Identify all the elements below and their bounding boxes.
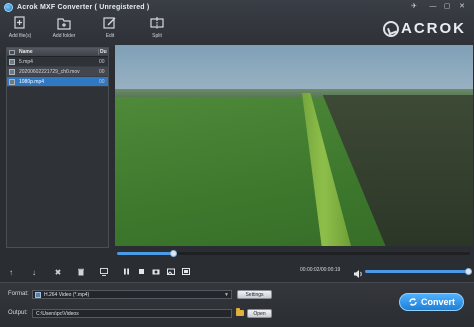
edit-button[interactable]: Edit [90, 16, 130, 39]
add-files-button[interactable]: Add file(s) [0, 16, 40, 39]
fullscreen-button[interactable] [181, 266, 191, 276]
seek-progress [117, 252, 174, 255]
edit-label: Edit [105, 33, 115, 39]
pause-button[interactable] [121, 266, 131, 276]
file-row[interactable]: 5.mp4 00 [7, 57, 108, 67]
chevron-down-icon: ▼ [224, 291, 229, 298]
image-folder-icon [167, 268, 175, 275]
file-duration: 00 [99, 78, 105, 85]
file-list-header: Name Du [7, 48, 108, 57]
delete-icon[interactable] [76, 267, 86, 277]
edit-icon [103, 17, 116, 29]
pin-icon[interactable]: ✈ [409, 1, 419, 11]
volume-level [365, 270, 468, 273]
column-name[interactable]: Name [19, 49, 98, 55]
brand-name: ACROK [401, 20, 466, 37]
select-all-checkbox[interactable] [9, 49, 15, 55]
convert-button[interactable]: Convert [399, 293, 464, 311]
file-duration: 00 [99, 68, 105, 75]
video-file-icon [9, 68, 15, 75]
file-row-selected[interactable]: 1080p.mp4 00 [7, 77, 108, 87]
output-path-field[interactable]: C:\Users\pc\Videos [32, 309, 232, 318]
seek-bar[interactable] [117, 250, 470, 257]
file-duration: 00 [99, 58, 105, 65]
file-name: 20200602221729_ch0.mov [19, 68, 80, 75]
volume-handle[interactable] [465, 268, 472, 275]
video-file-icon [9, 78, 15, 85]
format-label: Format: [8, 291, 29, 297]
split-label: Split [152, 33, 162, 39]
column-duration[interactable]: Du [98, 49, 108, 55]
open-button[interactable]: Open [247, 309, 272, 318]
camera-icon [152, 269, 160, 274]
add-folder-button[interactable]: Add folder [44, 16, 84, 39]
title-bar: Acrok MXF Converter ( Unregistered ) ✈ —… [0, 0, 474, 14]
split-button[interactable]: Split [137, 16, 177, 39]
format-value: H.264 Video (*.mp4) [44, 291, 90, 298]
volume-icon[interactable] [353, 266, 363, 278]
minimize-button[interactable]: — [428, 1, 438, 11]
close-button[interactable]: ✕ [457, 1, 467, 11]
properties-icon[interactable] [99, 267, 109, 277]
timecode: 00:00:02/00:00:19 [300, 267, 341, 273]
format-icon [35, 291, 41, 298]
split-icon [150, 17, 164, 29]
window-title: Acrok MXF Converter ( Unregistered ) [17, 3, 150, 11]
volume-slider[interactable] [365, 268, 472, 275]
settings-button[interactable]: Settings [237, 290, 272, 299]
folder-icon[interactable] [236, 308, 244, 316]
convert-label: Convert [420, 297, 455, 307]
add-files-label: Add file(s) [8, 33, 32, 39]
brand-logo: ACROK [383, 20, 466, 37]
remove-icon[interactable]: ✖ [53, 267, 63, 277]
acrok-logo-icon [383, 20, 399, 37]
convert-icon [409, 298, 417, 306]
add-folder-label: Add folder [52, 33, 76, 39]
app-logo-icon [4, 2, 13, 12]
file-name: 5.mp4 [19, 58, 33, 65]
app-window: Acrok MXF Converter ( Unregistered ) ✈ —… [0, 0, 474, 327]
output-label: Output: [8, 310, 28, 316]
add-folder-icon [57, 18, 71, 30]
stop-icon [138, 268, 144, 274]
fullscreen-icon [182, 267, 190, 275]
open-snapshot-folder-button[interactable] [166, 266, 176, 276]
file-list: Name Du 5.mp4 00 20200602221729_ch0.mov … [6, 47, 109, 248]
video-preview[interactable] [115, 45, 473, 246]
pause-icon [123, 268, 129, 274]
seek-handle[interactable] [170, 250, 178, 257]
snapshot-button[interactable] [151, 266, 161, 276]
move-down-icon[interactable]: ↓ [29, 267, 39, 277]
file-row[interactable]: 20200602221729_ch0.mov 00 [7, 67, 108, 77]
stop-button[interactable] [136, 266, 146, 276]
video-file-icon [9, 58, 15, 65]
file-name: 1080p.mp4 [19, 78, 45, 85]
format-select[interactable]: H.264 Video (*.mp4) ▼ [32, 290, 232, 299]
move-up-icon[interactable]: ↑ [6, 267, 16, 277]
maximize-button[interactable]: ▢ [442, 1, 452, 11]
add-file-icon [14, 16, 25, 29]
